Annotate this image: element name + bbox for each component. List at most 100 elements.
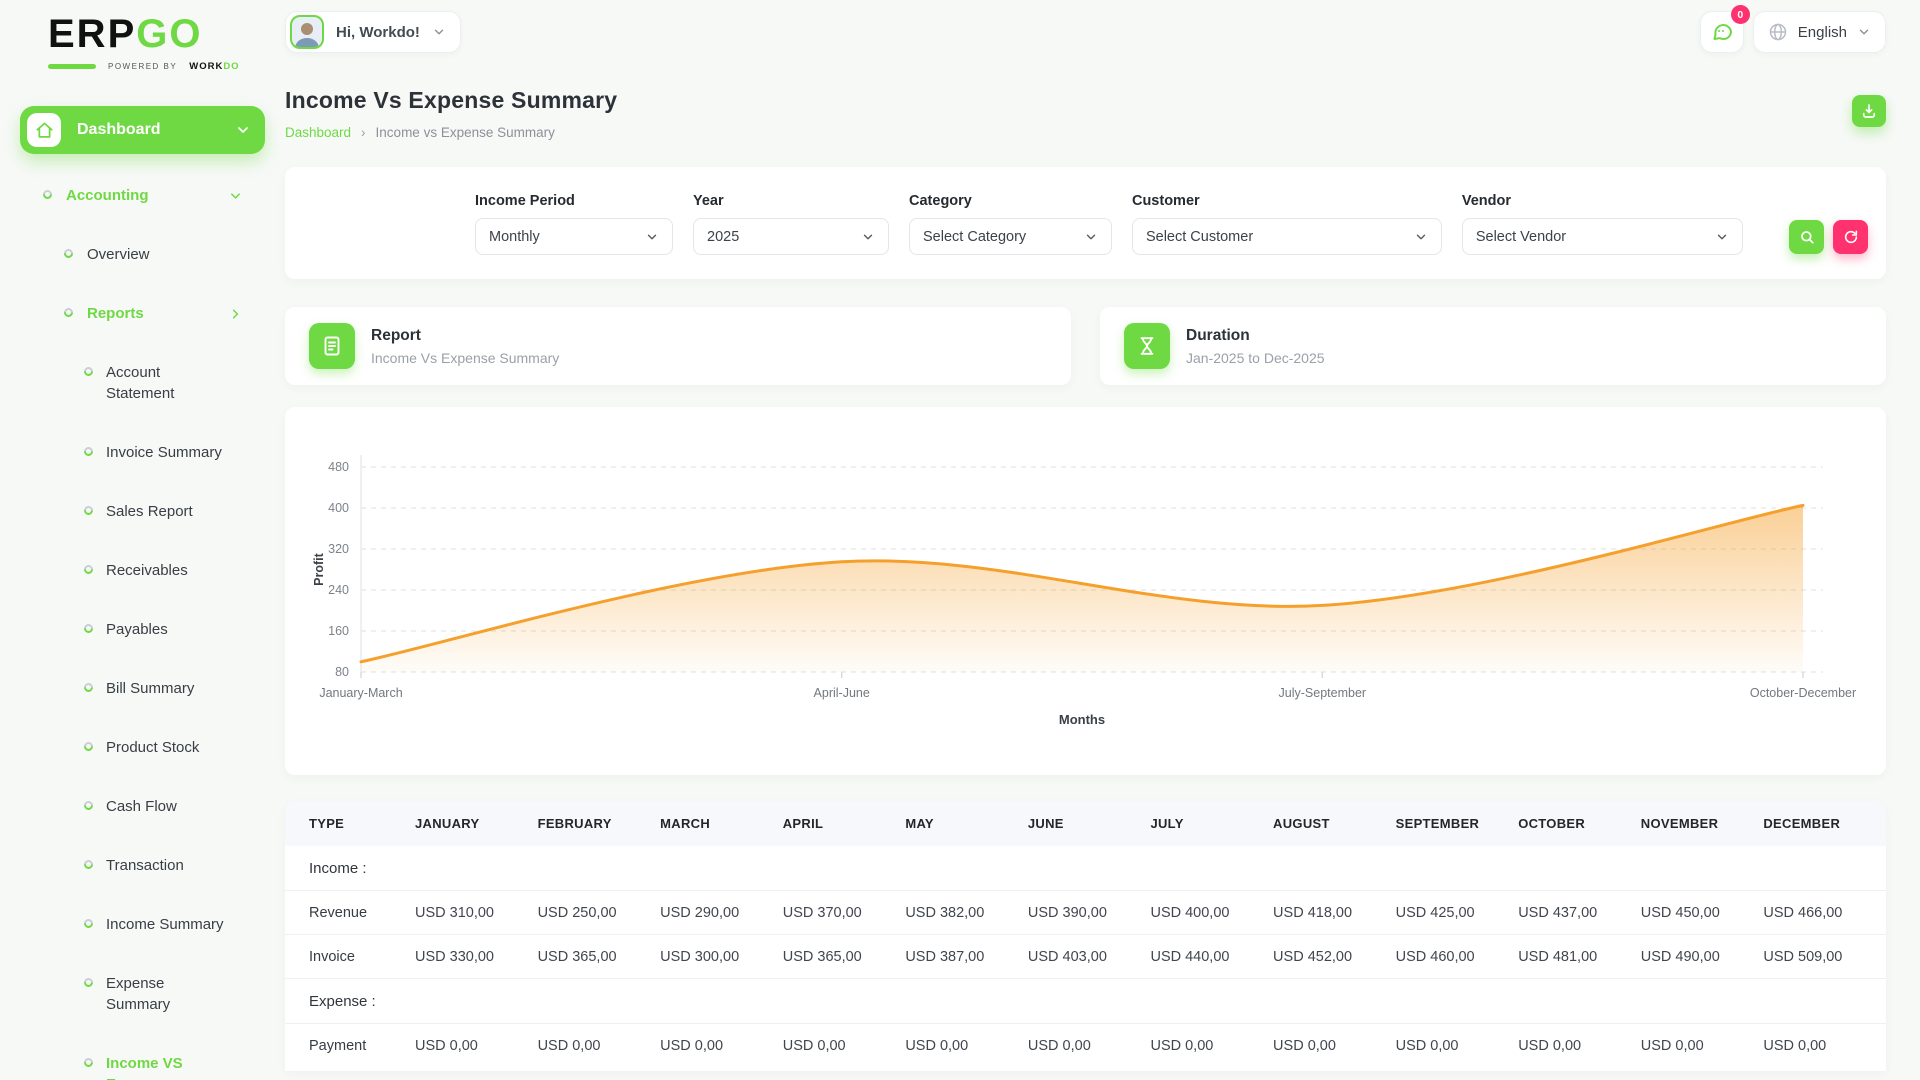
svg-text:Months: Months — [1059, 712, 1105, 727]
table-cell: USD 0,00 — [1640, 1023, 1764, 1067]
user-menu[interactable]: Hi, Workdo! — [285, 11, 461, 53]
report-card-title: Report — [371, 326, 421, 344]
powered-by-label: Powered By — [108, 62, 178, 71]
bullet-icon — [82, 365, 95, 378]
download-icon — [1862, 104, 1876, 118]
chevron-down-icon — [238, 127, 248, 133]
filter-select-category[interactable]: Select Category — [909, 218, 1112, 255]
home-icon — [27, 113, 61, 147]
sidebar-item-reports[interactable]: Reports — [20, 284, 265, 343]
table-cell: USD 403,00 — [1027, 934, 1151, 979]
sidebar-item-dashboard[interactable]: Dashboard — [20, 106, 265, 154]
column-header-april: APRIL — [782, 801, 906, 846]
filter-select-income-period[interactable]: Monthly — [475, 218, 673, 255]
sidebar-item-expense-summary[interactable]: Expense Summary — [20, 954, 265, 1034]
svg-text:80: 80 — [335, 665, 349, 679]
filter-select-year[interactable]: 2025 — [693, 218, 890, 255]
sidebar-item-income-vs-expense[interactable]: Income VS Expense — [20, 1034, 265, 1080]
duration-card-subtitle: Jan-2025 to Dec-2025 — [1186, 349, 1325, 366]
bullet-icon — [82, 563, 95, 576]
sidebar-item-payables[interactable]: Payables — [20, 600, 265, 659]
sidebar-item-product-stock[interactable]: Product Stock — [20, 718, 265, 777]
sidebar-item-transaction[interactable]: Transaction — [20, 836, 265, 895]
svg-text:April-June: April-June — [814, 686, 870, 700]
sidebar-item-income-summary[interactable]: Income Summary — [20, 895, 265, 954]
bullet-icon — [82, 622, 95, 635]
chevron-down-icon — [1859, 29, 1869, 35]
table-cell: USD 509,00 — [1763, 934, 1886, 979]
logo-text: ERPGO — [48, 12, 203, 56]
sidebar-item-overview[interactable]: Overview — [20, 225, 265, 284]
filter-label: Customer — [1131, 193, 1200, 209]
topbar: Hi, Workdo! 0 English — [285, 5, 1886, 53]
avatar — [290, 15, 324, 49]
column-header-november: NOVEMBER — [1640, 801, 1764, 846]
filter-label: Year — [693, 193, 724, 209]
chevron-down-icon — [1416, 234, 1426, 239]
language-selector[interactable]: English — [1752, 11, 1886, 53]
bullet-icon — [82, 917, 95, 930]
chevron-down-icon — [434, 29, 444, 35]
filter-field-customer: Customer Select Customer — [1131, 193, 1442, 255]
row-type: Invoice — [285, 934, 415, 979]
messages-button[interactable]: 0 — [1699, 5, 1750, 53]
sidebar-item-bill-summary[interactable]: Bill Summary — [20, 659, 265, 718]
table-cell: USD 0,00 — [1150, 1023, 1274, 1067]
filter-label: Category — [909, 193, 972, 209]
duration-card: Duration Jan-2025 to Dec-2025 — [1100, 307, 1886, 385]
globe-icon — [1769, 23, 1787, 41]
sidebar-item-sales-report[interactable]: Sales Report — [20, 482, 265, 541]
column-header-august: AUGUST — [1273, 801, 1396, 846]
table-cell: USD 0,00 — [537, 1023, 661, 1067]
filter-label: Vendor — [1461, 193, 1511, 209]
sidebar-item-accounting[interactable]: Accounting — [20, 166, 265, 225]
table-group-income: Income : — [309, 859, 367, 877]
filter-field-year: Year 2025 — [693, 193, 890, 255]
filter-select-customer[interactable]: Select Customer — [1131, 218, 1442, 255]
column-header-february: FEBRUARY — [537, 801, 661, 846]
table-cell: USD 370,00 — [782, 890, 906, 935]
chevron-right-icon — [232, 309, 239, 318]
column-header-july: JULY — [1150, 801, 1274, 846]
column-header-october: OCTOBER — [1518, 801, 1641, 846]
chat-icon — [1713, 24, 1732, 40]
filter-select-vendor[interactable]: Select Vendor — [1461, 218, 1743, 255]
filter-panel: Income Period Monthly Year 2025 Category… — [285, 167, 1886, 279]
app-logo[interactable]: ERPGO Powered By WORKDO — [20, 14, 265, 72]
chevron-down-icon — [863, 234, 873, 239]
table-cell: USD 466,00 — [1763, 890, 1886, 935]
bullet-icon — [82, 976, 95, 989]
sidebar-item-cash-flow[interactable]: Cash Flow — [20, 777, 265, 836]
table-cell: USD 0,00 — [782, 1023, 906, 1067]
bullet-icon — [82, 799, 95, 812]
reset-button[interactable] — [1833, 220, 1868, 254]
search-button[interactable] — [1789, 220, 1824, 254]
bullet-icon — [62, 306, 75, 319]
filter-field-vendor: Vendor Select Vendor — [1461, 193, 1743, 255]
chevron-down-icon — [647, 234, 657, 239]
table-cell: USD 365,00 — [782, 934, 906, 979]
breadcrumb-dashboard-link[interactable]: Dashboard — [285, 125, 351, 140]
svg-text:January-March: January-March — [319, 686, 402, 700]
page-title: Income Vs Expense Summary — [285, 87, 618, 113]
table-cell: USD 387,00 — [905, 934, 1028, 979]
income-expense-table: TYPE JANUARY FEBRUARY MARCH APRIL MAY JUNE JULY… — [285, 801, 1886, 1071]
table-cell: USD 290,00 — [660, 890, 783, 935]
messages-badge: 0 — [1730, 5, 1750, 24]
sidebar-item-invoice-summary[interactable]: Invoice Summary — [20, 423, 265, 482]
language-label: English — [1797, 23, 1847, 41]
table-cell: USD 310,00 — [415, 890, 538, 935]
table-cell: USD 250,00 — [537, 890, 661, 935]
svg-text:October-December: October-December — [1750, 686, 1856, 700]
page-header: Income Vs Expense Summary Dashboard › In… — [285, 87, 1886, 140]
table-cell: USD 0,00 — [1518, 1023, 1641, 1067]
refresh-icon — [1844, 230, 1857, 244]
breadcrumb-current: Income vs Expense Summary — [375, 125, 555, 140]
breadcrumb: Dashboard › Income vs Expense Summary — [285, 125, 617, 140]
sidebar-item-account-statement[interactable]: Account Statement — [20, 343, 265, 423]
chevron-down-icon — [1086, 234, 1096, 239]
table-cell: USD 0,00 — [1395, 1023, 1519, 1067]
sidebar-item-receivables[interactable]: Receivables — [20, 541, 265, 600]
download-button[interactable] — [1852, 95, 1886, 127]
table-cell: USD 0,00 — [1027, 1023, 1151, 1067]
